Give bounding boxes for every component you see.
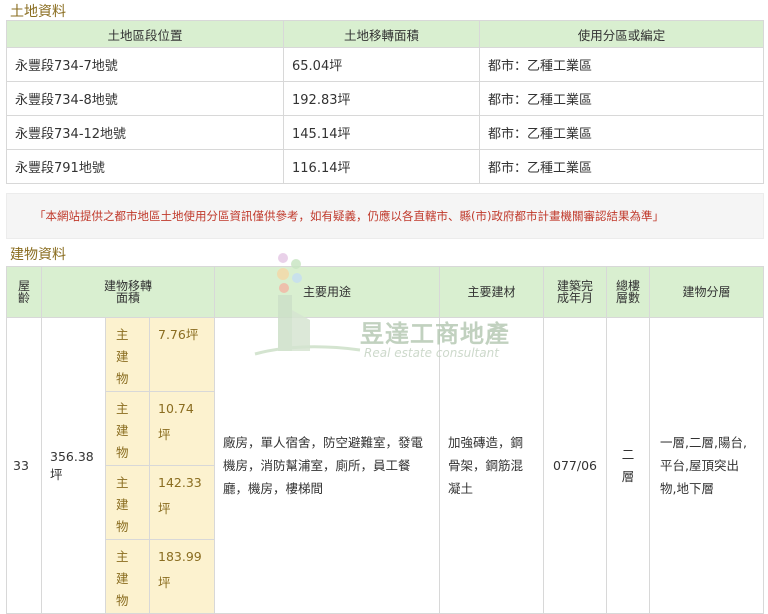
land-zoning: 都市：乙種工業區 — [479, 47, 764, 82]
land-header-area: 土地移轉面積 — [283, 20, 480, 48]
building-floors: 二層 — [606, 317, 651, 614]
sub-value: 10.74坪 — [148, 391, 216, 466]
sub-label: 主建物 — [105, 465, 150, 540]
land-table: 土地區段位置 土地移轉面積 使用分區或編定 永豐段734-7地號 65.04坪 … — [6, 20, 764, 184]
building-use: 廠房，單人宿舍，防空避難室，發電機房，消防幫浦室，廁所，員工餐廳，機房，樓梯間 — [214, 317, 441, 614]
land-area: 65.04坪 — [283, 47, 480, 82]
zoning-disclaimer: 「本網站提供之都市地區土地使用分區資訊僅供參考，如有疑義，仍應以各直轄市、縣(市… — [34, 209, 664, 223]
sub-value: 7.76坪 — [148, 317, 216, 392]
header-layers: 建物分層 — [649, 266, 764, 318]
building-completed: 077/06 — [543, 317, 608, 614]
sub-label: 主建物 — [105, 317, 150, 392]
table-row: 永豐段734-8地號 192.83坪 都市：乙種工業區 — [6, 81, 764, 116]
building-table: 屋齡 建物移轉面積 主要用途 主要建材 建築完成年月 總樓層數 建物分層 33 … — [6, 266, 764, 614]
building-section-title: 建物資料 — [10, 247, 66, 263]
land-header-zoning: 使用分區或編定 — [479, 20, 764, 48]
sub-label: 主建物 — [105, 391, 150, 466]
header-completed: 建築完成年月 — [543, 266, 608, 318]
land-area: 145.14坪 — [283, 115, 480, 150]
header-area: 建物移轉面積 — [40, 266, 216, 318]
land-zoning: 都市：乙種工業區 — [479, 149, 764, 184]
table-row: 永豐段791地號 116.14坪 都市：乙種工業區 — [6, 149, 764, 184]
land-location: 永豐段734-8地號 — [6, 81, 284, 116]
land-location: 永豐段734-12地號 — [6, 115, 284, 150]
table-row: 永豐段734-12地號 145.14坪 都市：乙種工業區 — [6, 115, 764, 150]
building-layers: 一層,二層,陽台,平台,屋頂突出物,地下層 — [649, 317, 764, 614]
sub-value: 183.99坪 — [148, 539, 216, 614]
header-material: 主要建材 — [439, 266, 545, 318]
table-row: 33 356.38坪 主建物 7.76坪 廠房，單人宿舍，防空避難室，發電機房，… — [6, 317, 764, 614]
header-age: 屋齡 — [6, 266, 42, 318]
land-location: 永豐段734-7地號 — [6, 47, 284, 82]
header-use: 主要用途 — [214, 266, 441, 318]
building-header-row: 屋齡 建物移轉面積 主要用途 主要建材 建築完成年月 總樓層數 建物分層 — [6, 266, 764, 318]
land-section-title: 土地資料 — [10, 4, 66, 20]
land-area: 116.14坪 — [283, 149, 480, 184]
notice-box: 「本網站提供之都市地區土地使用分區資訊僅供參考，如有疑義，仍應以各直轄市、縣(市… — [6, 193, 764, 239]
table-row: 永豐段734-7地號 65.04坪 都市：乙種工業區 — [6, 47, 764, 82]
land-header-row: 土地區段位置 土地移轉面積 使用分區或編定 — [6, 20, 764, 48]
header-floors: 總樓層數 — [606, 266, 651, 318]
land-zoning: 都市：乙種工業區 — [479, 81, 764, 116]
land-area: 192.83坪 — [283, 81, 480, 116]
land-zoning: 都市：乙種工業區 — [479, 115, 764, 150]
land-location: 永豐段791地號 — [6, 149, 284, 184]
land-header-location: 土地區段位置 — [6, 20, 284, 48]
building-total-area: 356.38坪 — [41, 317, 106, 614]
building-age: 33 — [6, 317, 42, 614]
building-material: 加強磚造，鋼骨架，鋼筋混凝土 — [439, 317, 545, 614]
sub-label: 主建物 — [105, 539, 150, 614]
sub-value: 142.33坪 — [148, 465, 216, 540]
